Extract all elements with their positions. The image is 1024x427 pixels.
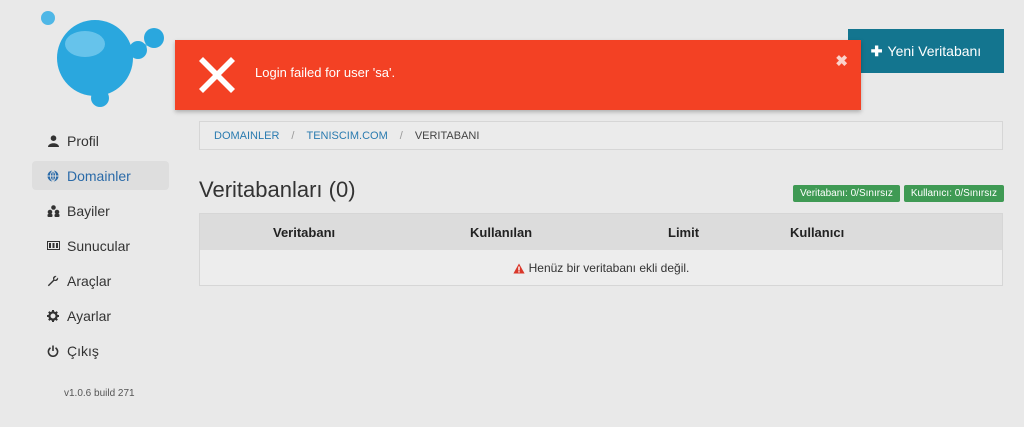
sidebar-item-ayarlar[interactable]: Ayarlar [32, 301, 169, 330]
users-icon [46, 204, 60, 218]
breadcrumb-domainler[interactable]: DOMAINLER [214, 130, 279, 142]
sidebar-item-cikis[interactable]: Çıkış [32, 336, 169, 365]
user-icon [46, 134, 60, 148]
page-title: Veritabanları (0) [199, 177, 356, 202]
table-header: Veritabanı Kullanılan Limit Kullanıcı [200, 214, 1002, 250]
warning-icon [513, 263, 525, 273]
sidebar-item-label: Çıkış [67, 342, 99, 359]
sidebar-item-sunucular[interactable]: Sunucular [32, 231, 169, 260]
gear-icon [46, 309, 60, 323]
sidebar-item-label: Ayarlar [67, 307, 112, 324]
user-quota-badge: Kullanıcı: 0/Sınırsız [903, 185, 1004, 202]
error-x-icon [199, 57, 235, 93]
logo [41, 11, 164, 107]
breadcrumb-current: VERITABANI [414, 129, 480, 142]
alert-message: Login failed for user 'sa'. [255, 65, 396, 80]
breadcrumb-separator: / [291, 129, 295, 142]
empty-message: Henüz bir veritabanı ekli değil. [528, 261, 690, 275]
error-alert: Login failed for user 'sa'. ✖ [175, 40, 861, 110]
new-database-button-label: Yeni Veritabanı [887, 43, 982, 59]
database-quota-badge: Veritabanı: 0/Sınırsız [793, 185, 900, 202]
globe-icon [46, 169, 60, 183]
plus-icon: ✚ [870, 42, 883, 59]
quota-badges: Veritabanı: 0/Sınırsız Kullanıcı: 0/Sını… [793, 185, 1004, 202]
sidebar-item-domainler[interactable]: Domainler [32, 161, 169, 190]
table-empty-row: Henüz bir veritabanı ekli değil. [200, 250, 1002, 286]
sidebar-item-araclar[interactable]: Araçlar [32, 266, 169, 295]
power-icon [46, 344, 60, 358]
sidebar-item-profil[interactable]: Profil [32, 126, 169, 155]
sidebar-item-label: Sunucular [67, 237, 131, 254]
close-icon[interactable]: ✖ [835, 52, 848, 70]
new-database-button[interactable]: ✚ Yeni Veritabanı [848, 29, 1004, 73]
sidebar-item-label: Domainler [67, 167, 131, 184]
version-label: v1.0.6 build 271 [64, 388, 135, 399]
sidebar-item-label: Profil [67, 132, 99, 149]
sidebar-item-bayiler[interactable]: Bayiler [32, 196, 169, 225]
column-header-limit: Limit [668, 225, 700, 240]
sidebar-item-label: Bayiler [67, 202, 110, 219]
sidebar-item-label: Araçlar [67, 272, 112, 289]
breadcrumb-domain[interactable]: TENISCIM.COM [306, 130, 387, 142]
column-header-kullanilan: Kullanılan [470, 225, 533, 240]
breadcrumb-separator: / [399, 129, 403, 142]
sidebar: Profil Domainler Bayiler Sunucular Araçl… [32, 126, 169, 371]
server-icon [46, 239, 60, 253]
column-header-kullanici: Kullanıcı [790, 225, 845, 240]
wrench-icon [46, 274, 60, 288]
breadcrumb: DOMAINLER / TENISCIM.COM / VERITABANI [199, 121, 1003, 150]
column-header-veritabani: Veritabanı [273, 225, 336, 240]
database-table: Veritabanı Kullanılan Limit Kullanıcı He… [199, 213, 1003, 286]
